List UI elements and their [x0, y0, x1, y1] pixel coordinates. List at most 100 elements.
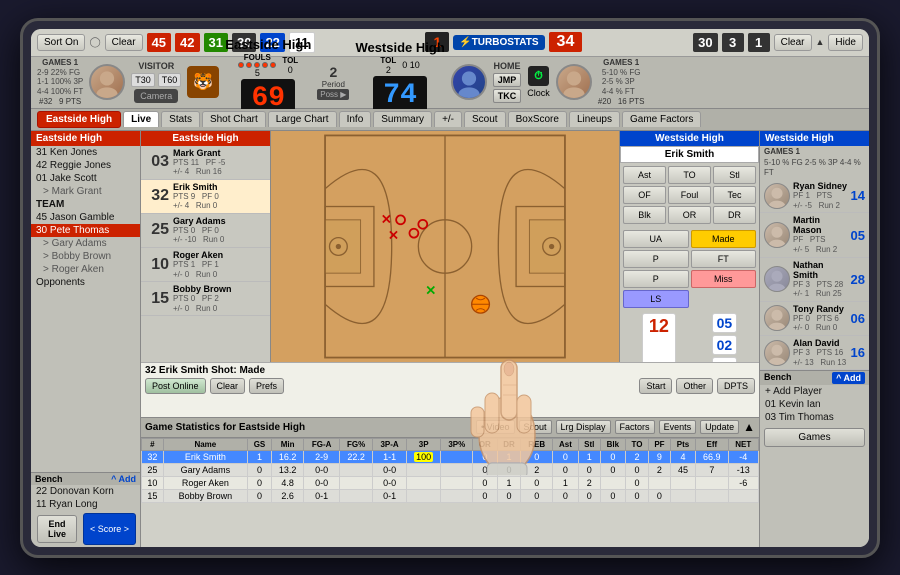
player-mark-grant[interactable]: > Mark Grant — [31, 185, 140, 198]
cell-stl-15: 0 — [578, 489, 600, 502]
player-card-gary-adams[interactable]: 25 Gary Adams PTS 0 PF 0+/- -10 Run 0 — [141, 214, 270, 248]
tkc-button[interactable]: TKC — [493, 89, 522, 103]
tab-info[interactable]: Info — [339, 111, 372, 127]
player-card-bobby-brown[interactable]: 15 Bobby Brown PTS 0 PF 2+/- 0 Run 0 — [141, 282, 270, 316]
jmp-button[interactable]: JMP — [493, 73, 522, 87]
tab-summary[interactable]: Summary — [373, 111, 432, 127]
to-button[interactable]: TO — [668, 166, 711, 184]
cell-gs-32: 1 — [248, 450, 272, 463]
tab-stats[interactable]: Stats — [161, 111, 200, 127]
cell-fgpct-25 — [339, 463, 373, 476]
player-opponents-left[interactable]: Opponents — [31, 276, 140, 289]
other-button[interactable]: Other — [676, 378, 713, 394]
stats-row-erik-smith[interactable]: 32 Erik Smith 1 16.2 2-9 22.2 1-1 100 — [142, 450, 759, 463]
camera-btn[interactable]: Camera — [134, 89, 178, 103]
video-button[interactable]: • Video — [476, 420, 515, 434]
ft-button[interactable]: FT — [691, 250, 757, 268]
player-gary-adams[interactable]: > Gary Adams — [31, 237, 140, 250]
player-card-roger-aken[interactable]: 10 Roger Aken PTS 1 PF 1+/- 0 Run 0 — [141, 248, 270, 282]
miss-button[interactable]: Miss — [691, 270, 757, 288]
clear-button-2[interactable]: Clear — [774, 34, 812, 51]
bench-donovan-korn[interactable]: 22 Donovan Korn — [31, 485, 140, 498]
player-roger-aken[interactable]: > Roger Aken — [31, 263, 140, 276]
eastside-tab[interactable]: Eastside High — [37, 111, 121, 128]
tab-game-factors[interactable]: Game Factors — [622, 111, 701, 127]
foul-button[interactable]: Foul — [668, 186, 711, 204]
player-team[interactable]: TEAM — [31, 198, 140, 211]
clear-event-button[interactable]: Clear — [210, 378, 246, 394]
tec-button[interactable]: Tec — [713, 186, 756, 204]
blk-button[interactable]: Blk — [623, 206, 666, 224]
cell-3ppct-15 — [441, 489, 473, 502]
or-button[interactable]: OR — [668, 206, 711, 224]
bench-add-player[interactable]: + Add Player — [760, 385, 869, 398]
card-stats-roger-aken: PTS 1 PF 1+/- 0 Run 0 — [173, 260, 223, 279]
player-jason-gamble[interactable]: 45 Jason Gamble — [31, 211, 140, 224]
p-button[interactable]: P — [623, 250, 689, 268]
scout-button[interactable]: Scout — [519, 420, 552, 434]
player-card-erik-smith[interactable]: 32 Erik Smith PTS 9 PF 0+/- 4 Run 0 — [141, 180, 270, 214]
player-reggie-jones[interactable]: 42 Reggie Jones — [31, 159, 140, 172]
dr-button[interactable]: DR — [713, 206, 756, 224]
end-live-button[interactable]: End Live — [37, 515, 77, 543]
tab-shot-chart[interactable]: Shot Chart — [202, 111, 266, 127]
tab-boxscore[interactable]: BoxScore — [508, 111, 567, 127]
score-45[interactable]: 45 — [147, 33, 171, 52]
tab-plus-minus[interactable]: +/- — [434, 111, 462, 127]
made-button[interactable]: Made — [691, 230, 757, 248]
post-online-button[interactable]: Post Online — [145, 378, 206, 394]
player-ken-jones[interactable]: 31 Ken Jones — [31, 146, 140, 159]
stats-row-roger-aken[interactable]: 10 Roger Aken 0 4.8 0-0 0-0 0 — [142, 476, 759, 489]
games-button[interactable]: Games — [764, 428, 865, 447]
rp-tony-randy[interactable]: Tony Randy PF 0 PTS 6+/- 0 Run 0 06 — [760, 302, 869, 336]
sort-on-button[interactable]: Sort On — [37, 34, 85, 51]
action-header: Eastside High — [141, 131, 270, 146]
tab-scout[interactable]: Scout — [464, 111, 506, 127]
ast-button[interactable]: Ast — [623, 166, 666, 184]
tab-large-chart[interactable]: Large Chart — [268, 111, 337, 127]
bench-ryan-long[interactable]: 11 Ryan Long — [31, 498, 140, 511]
stats-row-gary-adams[interactable]: 25 Gary Adams 0 13.2 0-0 0-0 0 — [142, 463, 759, 476]
rp-alan-david[interactable]: Alan David PF 3 PTS 16+/- 13 Run 13 16 — [760, 336, 869, 370]
p2-button[interactable]: P — [623, 270, 689, 288]
dpts-button[interactable]: DPTS — [717, 378, 755, 394]
ls-button[interactable]: LS — [623, 290, 689, 308]
rp-martin-mason[interactable]: Martin Mason PF PTS+/- 5 Run 2 05 — [760, 213, 869, 257]
col-pf: PF — [648, 438, 670, 450]
player-card-mark-grant[interactable]: 03 Mark Grant PTS 11 PF -5+/- 4 Run 16 — [141, 146, 270, 180]
rp-nathan-smith[interactable]: Nathan Smith PF 3 PTS 28+/- 1 Run 25 28 — [760, 258, 869, 302]
screen: Sort On ◯ Clear 45 42 31 30 22 11 1 ⚡TUR… — [31, 29, 869, 547]
tab-lineups[interactable]: Lineups — [569, 111, 620, 127]
of-button[interactable]: OF — [623, 186, 666, 204]
start-button[interactable]: Start — [639, 378, 672, 394]
bench-kevin-ian[interactable]: 01 Kevin Ian — [760, 398, 869, 411]
add-text[interactable]: ^ Add — [111, 474, 136, 484]
right-team-stats: GAMES 1 5-10 % FG2-5 % 3P4-4 % FT #20 16… — [598, 58, 645, 107]
eastside-player-list: 31 Ken Jones 42 Reggie Jones 01 Jake Sco… — [31, 146, 140, 472]
score-42[interactable]: 42 — [175, 33, 199, 52]
bench-tim-thomas[interactable]: 03 Tim Thomas — [760, 411, 869, 424]
lrg-display-button[interactable]: Lrg Display — [556, 420, 611, 434]
clear-button-1[interactable]: Clear — [105, 34, 143, 51]
stats-row-bobby-brown[interactable]: 15 Bobby Brown 0 2.6 0-1 0-1 0 — [142, 489, 759, 502]
stl-button[interactable]: Stl — [713, 166, 756, 184]
score-button[interactable]: < Score > — [83, 513, 136, 545]
update-button[interactable]: Update — [700, 420, 739, 434]
tab-live[interactable]: Live — [123, 111, 159, 127]
rp-ryan-sidney[interactable]: Ryan Sidney PF 1 PTS+/- -5 Run 2 14 — [760, 179, 869, 213]
events-button[interactable]: Events — [659, 420, 697, 434]
cell-net-25: -13 — [728, 463, 758, 476]
player-jake-scott[interactable]: 01 Jake Scott — [31, 172, 140, 185]
ua-button[interactable]: UA — [623, 230, 689, 248]
t60-btn[interactable]: T60 — [158, 73, 182, 87]
player-pete-thomas[interactable]: 30 Pete Thomas — [31, 224, 140, 237]
hide-button[interactable]: Hide — [828, 34, 863, 51]
factors-button[interactable]: Factors — [615, 420, 655, 434]
stats-header: Game Statistics for Eastside High • Vide… — [141, 418, 759, 438]
prefs-button[interactable]: Prefs — [249, 378, 284, 394]
add-right-button[interactable]: ^ Add — [832, 372, 865, 384]
t30-btn[interactable]: T30 — [131, 73, 155, 87]
basketball-court[interactable] — [271, 131, 619, 362]
player-bobby-brown[interactable]: > Bobby Brown — [31, 250, 140, 263]
event-spacer — [288, 378, 635, 394]
